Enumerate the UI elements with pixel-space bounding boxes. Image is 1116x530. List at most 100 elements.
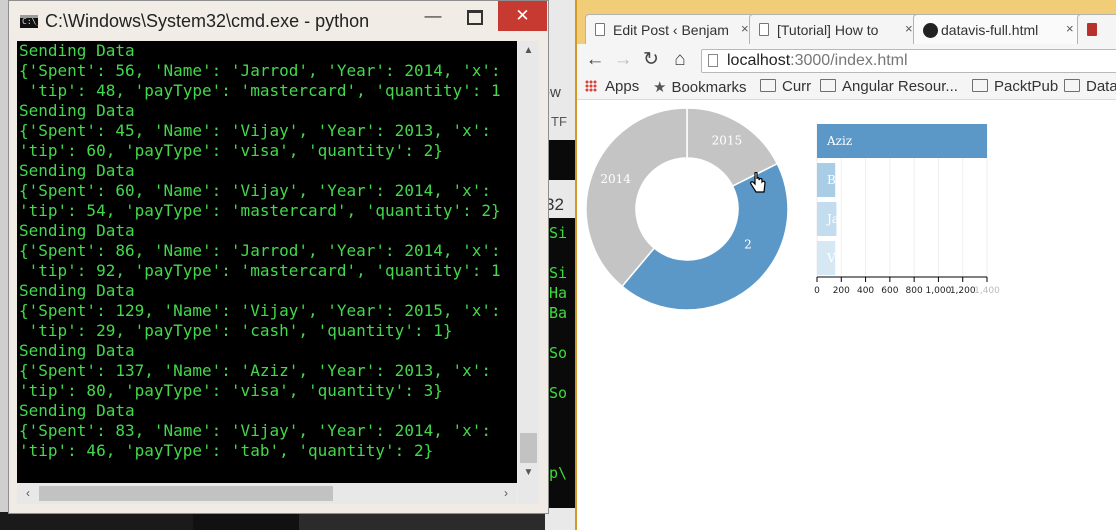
- bar-chart[interactable]: Aziz B Ja V 0 200 400 600 800 1,0001,2001,400: [807, 120, 1007, 310]
- minimize-button[interactable]: —: [413, 1, 453, 31]
- browser-toolbar: ← → ↻ ⌂ localhost:3000/index.html: [577, 44, 1116, 76]
- background-fragment: Ha: [549, 284, 568, 302]
- bookmarks-bar: Apps ★ Bookmarks Curr Angular Resour... P…: [577, 76, 1116, 100]
- x-tick-label: 1,000: [926, 286, 952, 296]
- bookmark-packtpub[interactable]: PacktPub: [972, 78, 1058, 95]
- bookmark-apps[interactable]: Apps: [585, 78, 639, 95]
- x-tick-label: 1,200: [950, 286, 976, 296]
- bookmark-data[interactable]: Data: [1064, 78, 1116, 95]
- console-line: {'Spent': 83, 'Name': 'Vijay', 'Year': 2…: [19, 421, 492, 440]
- tab-title: Edit Post ‹ Benjam: [613, 22, 729, 38]
- github-icon: [923, 23, 938, 38]
- apps-grid-icon: [585, 80, 597, 92]
- back-icon[interactable]: ←: [584, 48, 606, 72]
- page-icon: [708, 54, 718, 67]
- console-line: Sending Data: [19, 281, 135, 300]
- forward-icon[interactable]: →: [612, 48, 634, 72]
- tab-partial[interactable]: [1077, 14, 1116, 44]
- x-tick-label: 600: [881, 286, 898, 296]
- background-fragment: So: [549, 384, 568, 402]
- page-icon: [595, 23, 605, 36]
- scroll-up-icon[interactable]: ▲: [518, 41, 539, 61]
- x-tick-label: 1,400: [974, 286, 1000, 296]
- page-icon: [1087, 23, 1097, 36]
- background-fragment: p\: [549, 464, 568, 482]
- tab-edit-post[interactable]: Edit Post ‹ Benjam ×: [585, 14, 755, 44]
- console-line: 'tip': 48, 'payType': 'mastercard', 'qua…: [19, 81, 501, 100]
- console-line: 'tip': 46, 'payType': 'tab', 'quantity':…: [19, 441, 434, 460]
- console-line: {'Spent': 60, 'Name': 'Vijay', 'Year': 2…: [19, 181, 492, 200]
- tab-close-icon[interactable]: ×: [905, 21, 913, 36]
- tab-strip: Edit Post ‹ Benjam × [Tutorial] How to ×…: [577, 0, 1116, 44]
- tab-close-icon[interactable]: ×: [1066, 21, 1074, 36]
- background-fragment: Ba: [549, 304, 568, 322]
- scroll-down-icon[interactable]: ▼: [518, 463, 539, 483]
- tab-datavis-full[interactable]: datavis-full.html ×: [913, 14, 1083, 44]
- scroll-thumb[interactable]: [520, 433, 537, 463]
- scroll-left-icon[interactable]: ‹: [17, 483, 39, 504]
- donut-chart[interactable]: 2015 2014 2: [577, 100, 797, 320]
- horizontal-scrollbar[interactable]: ‹ ›: [17, 483, 517, 504]
- tab-title: datavis-full.html: [941, 22, 1039, 38]
- bar-label: Aziz: [826, 134, 852, 148]
- hand-cursor-icon: [750, 172, 766, 193]
- console-line: 'tip': 54, 'payType': 'mastercard', 'qua…: [19, 201, 501, 220]
- console-line: Sending Data: [19, 401, 135, 420]
- cmd-title-bar[interactable]: C:\_ C:\Windows\System32\cmd.exe - pytho…: [9, 1, 548, 39]
- background-window: -w TF 32 Si Si Ha Ba So So p\: [545, 0, 576, 530]
- x-tick-label: 200: [833, 286, 850, 296]
- cmd-icon: C:\_: [20, 15, 42, 28]
- background-fragment: Si: [549, 224, 568, 242]
- console-line: Sending Data: [19, 341, 135, 360]
- reload-icon[interactable]: ↻: [640, 48, 662, 72]
- maximize-button[interactable]: [453, 1, 497, 31]
- maximize-icon: [467, 10, 483, 25]
- console-line: Sending Data: [19, 41, 135, 60]
- bar-label: V: [826, 251, 836, 265]
- x-tick-label: 0: [814, 286, 820, 296]
- background-fragment: TF: [551, 114, 567, 129]
- home-icon[interactable]: ⌂: [669, 48, 691, 72]
- vertical-scrollbar[interactable]: ▲ ▼: [518, 41, 539, 483]
- folder-icon: [972, 79, 988, 92]
- donut-label-partial: 2: [744, 238, 752, 252]
- console-line: Sending Data: [19, 161, 135, 180]
- console-line: 'tip': 80, 'payType': 'visa', 'quantity'…: [19, 381, 443, 400]
- donut-label: 2014: [600, 172, 631, 186]
- bar-label: Ja: [825, 212, 839, 226]
- bar-label: B: [827, 173, 836, 187]
- browser-window: Edit Post ‹ Benjam × [Tutorial] How to ×…: [575, 0, 1116, 530]
- console-line: {'Spent': 129, 'Name': 'Vijay', 'Year': …: [19, 301, 501, 320]
- console-line: Sending Data: [19, 101, 135, 120]
- console-line: 'tip': 60, 'payType': 'visa', 'quantity'…: [19, 141, 443, 160]
- console-output[interactable]: Sending Data {'Spent': 56, 'Name': 'Jarr…: [17, 41, 517, 483]
- scroll-right-icon[interactable]: ›: [495, 483, 517, 504]
- close-button[interactable]: ✕: [498, 1, 547, 31]
- tab-title: [Tutorial] How to: [777, 22, 879, 38]
- folder-icon: [1064, 79, 1080, 92]
- bookmark-angular[interactable]: Angular Resour...: [820, 78, 958, 95]
- console-line: {'Spent': 45, 'Name': 'Vijay', 'Year': 2…: [19, 121, 492, 140]
- console-line: {'Spent': 56, 'Name': 'Jarrod', 'Year': …: [19, 61, 501, 80]
- tab-close-icon[interactable]: ×: [741, 21, 749, 36]
- address-url[interactable]: localhost:3000/index.html: [727, 52, 908, 70]
- donut-label: 2015: [712, 133, 743, 147]
- page-viewport: 2015 2014 2 Aziz B Ja V 0 200 400 600 800 1,000 1,20…: [577, 100, 1116, 530]
- scrollbar-corner: [518, 483, 539, 504]
- bookmark-curr[interactable]: Curr: [760, 78, 811, 95]
- taskbar-strip: [0, 512, 545, 530]
- x-tick-label: 800: [906, 286, 923, 296]
- console-line: Sending Data: [19, 221, 135, 240]
- bookmark-bookmarks[interactable]: ★ Bookmarks: [653, 78, 746, 96]
- address-bar[interactable]: localhost:3000/index.html: [701, 49, 1116, 73]
- console-line: {'Spent': 86, 'Name': 'Jarrod', 'Year': …: [19, 241, 501, 260]
- scroll-thumb[interactable]: [39, 486, 333, 501]
- background-fragment: Si: [549, 264, 568, 282]
- console-line: {'Spent': 137, 'Name': 'Aziz', 'Year': 2…: [19, 361, 492, 380]
- folder-icon: [820, 79, 836, 92]
- page-icon: [759, 23, 769, 36]
- x-tick-label: 400: [857, 286, 874, 296]
- console-line: 'tip': 92, 'payType': 'mastercard', 'qua…: [19, 261, 501, 280]
- tab-tutorial[interactable]: [Tutorial] How to ×: [749, 14, 919, 44]
- cmd-window-title: C:\Windows\System32\cmd.exe - python: [45, 11, 370, 31]
